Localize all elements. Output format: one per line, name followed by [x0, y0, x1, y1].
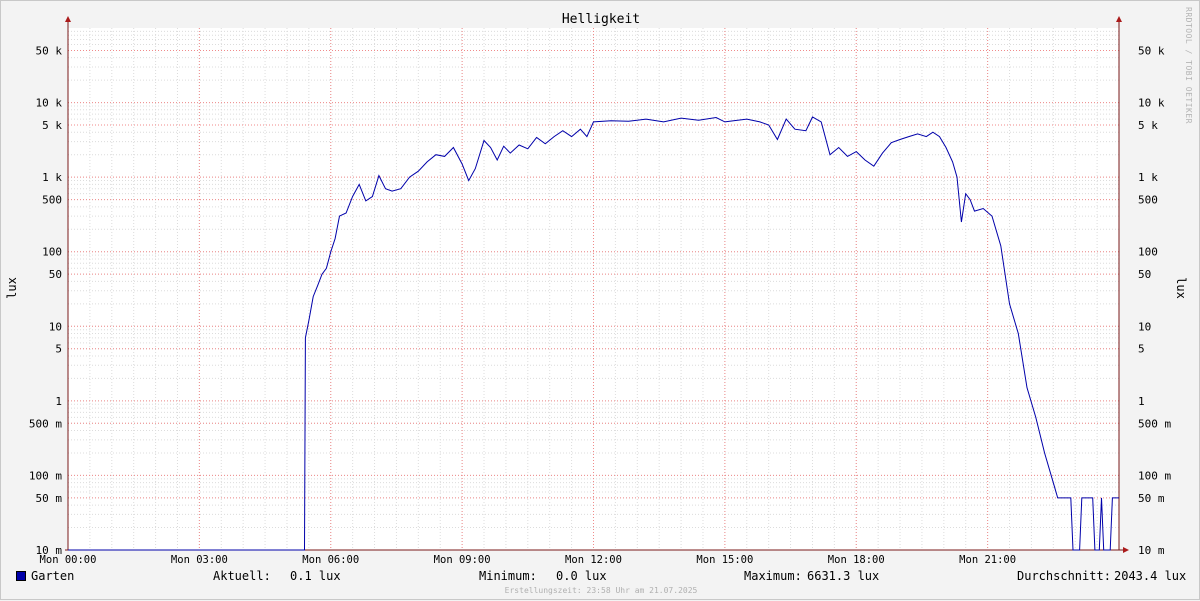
y-tick-label: 5 k [42, 119, 62, 132]
creation-time: Erstellungszeit: 23:58 Uhr am 21.07.2025 [504, 586, 698, 595]
y-tick-label: 100 m [29, 469, 62, 482]
y-tick-label: 1 k [42, 171, 62, 184]
y-tick-label: 500 [1138, 194, 1158, 207]
y-axis-arrow-left [65, 16, 71, 22]
legend-average-value: 2043.4 lux [1114, 569, 1187, 583]
y-tick-label: 1 [1138, 395, 1145, 408]
plot-area: 50 k 10 k 5 k 1 k 500 100 50 10 5 1 500 m 100 m 50 m… [29, 16, 1171, 566]
y-tick-label: 10 [1138, 320, 1151, 333]
y-tick-label: 10 m [1138, 544, 1165, 557]
x-tick-label: Mon 12:00 [565, 554, 622, 566]
x-tick-label: Mon 09:00 [434, 554, 491, 566]
x-tick-labels: Mon 00:00 Mon 03:00 Mon 06:00 Mon 09:00 Mon … [40, 554, 1017, 566]
y-tick-label: 500 m [29, 417, 62, 430]
y-tick-labels-right: 50 k 10 k 5 k 1 k 500 100 50 10 5 1 500 m 100 m 50 m… [1138, 44, 1171, 557]
y-tick-label: 1 k [1138, 171, 1158, 184]
x-tick-label: Mon 00:00 [40, 554, 97, 566]
legend-maximum-label: Maximum: [744, 569, 802, 583]
x-tick-label: Mon 18:00 [828, 554, 885, 566]
chart-frame: Helligkeit lux lux RRDTOOL / TOBI OETIKE… [0, 0, 1200, 600]
legend-minimum-label: Minimum: [479, 569, 537, 583]
y-tick-label: 1 [55, 395, 62, 408]
legend-current-label: Aktuell: [213, 569, 271, 583]
legend-minimum-value: 0.0 lux [556, 569, 607, 583]
y-axis-arrow-right [1116, 16, 1122, 22]
y-tick-label: 100 [1138, 246, 1158, 259]
y-tick-label: 5 k [1138, 119, 1158, 132]
y-tick-label: 50 k [1138, 44, 1165, 57]
y-tick-label: 500 [42, 194, 62, 207]
legend-average-label: Durchschnitt: [1017, 569, 1111, 583]
y-tick-label: 50 k [36, 44, 63, 57]
x-axis-arrow [1123, 547, 1129, 553]
y-tick-label: 100 [42, 246, 62, 259]
y-tick-label: 5 [1138, 343, 1145, 356]
y-tick-label: 50 m [1138, 492, 1165, 505]
y-tick-label: 10 k [1138, 97, 1165, 110]
legend-current-value: 0.1 lux [290, 569, 341, 583]
x-tick-label: Mon 03:00 [171, 554, 228, 566]
y-tick-label: 50 m [36, 492, 63, 505]
y-tick-label: 100 m [1138, 469, 1171, 482]
x-tick-label: Mon 21:00 [959, 554, 1016, 566]
x-tick-label: Mon 15:00 [696, 554, 753, 566]
y-tick-labels-left: 50 k 10 k 5 k 1 k 500 100 50 10 5 1 500 m 100 m 50 m… [29, 44, 62, 557]
y-tick-label: 10 [49, 320, 62, 333]
legend-series-name: Garten [31, 569, 75, 583]
y-tick-label: 5 [55, 343, 62, 356]
y-tick-label: 50 [1138, 268, 1151, 281]
legend: Garten Aktuell: 0.1 lux Minimum: 0.0 lux… [1, 569, 1200, 585]
legend-maximum-value: 6631.3 lux [807, 569, 880, 583]
x-tick-label: Mon 06:00 [302, 554, 359, 566]
y-tick-label: 10 k [36, 97, 63, 110]
y-tick-label: 50 [49, 268, 62, 281]
y-tick-label: 500 m [1138, 417, 1171, 430]
